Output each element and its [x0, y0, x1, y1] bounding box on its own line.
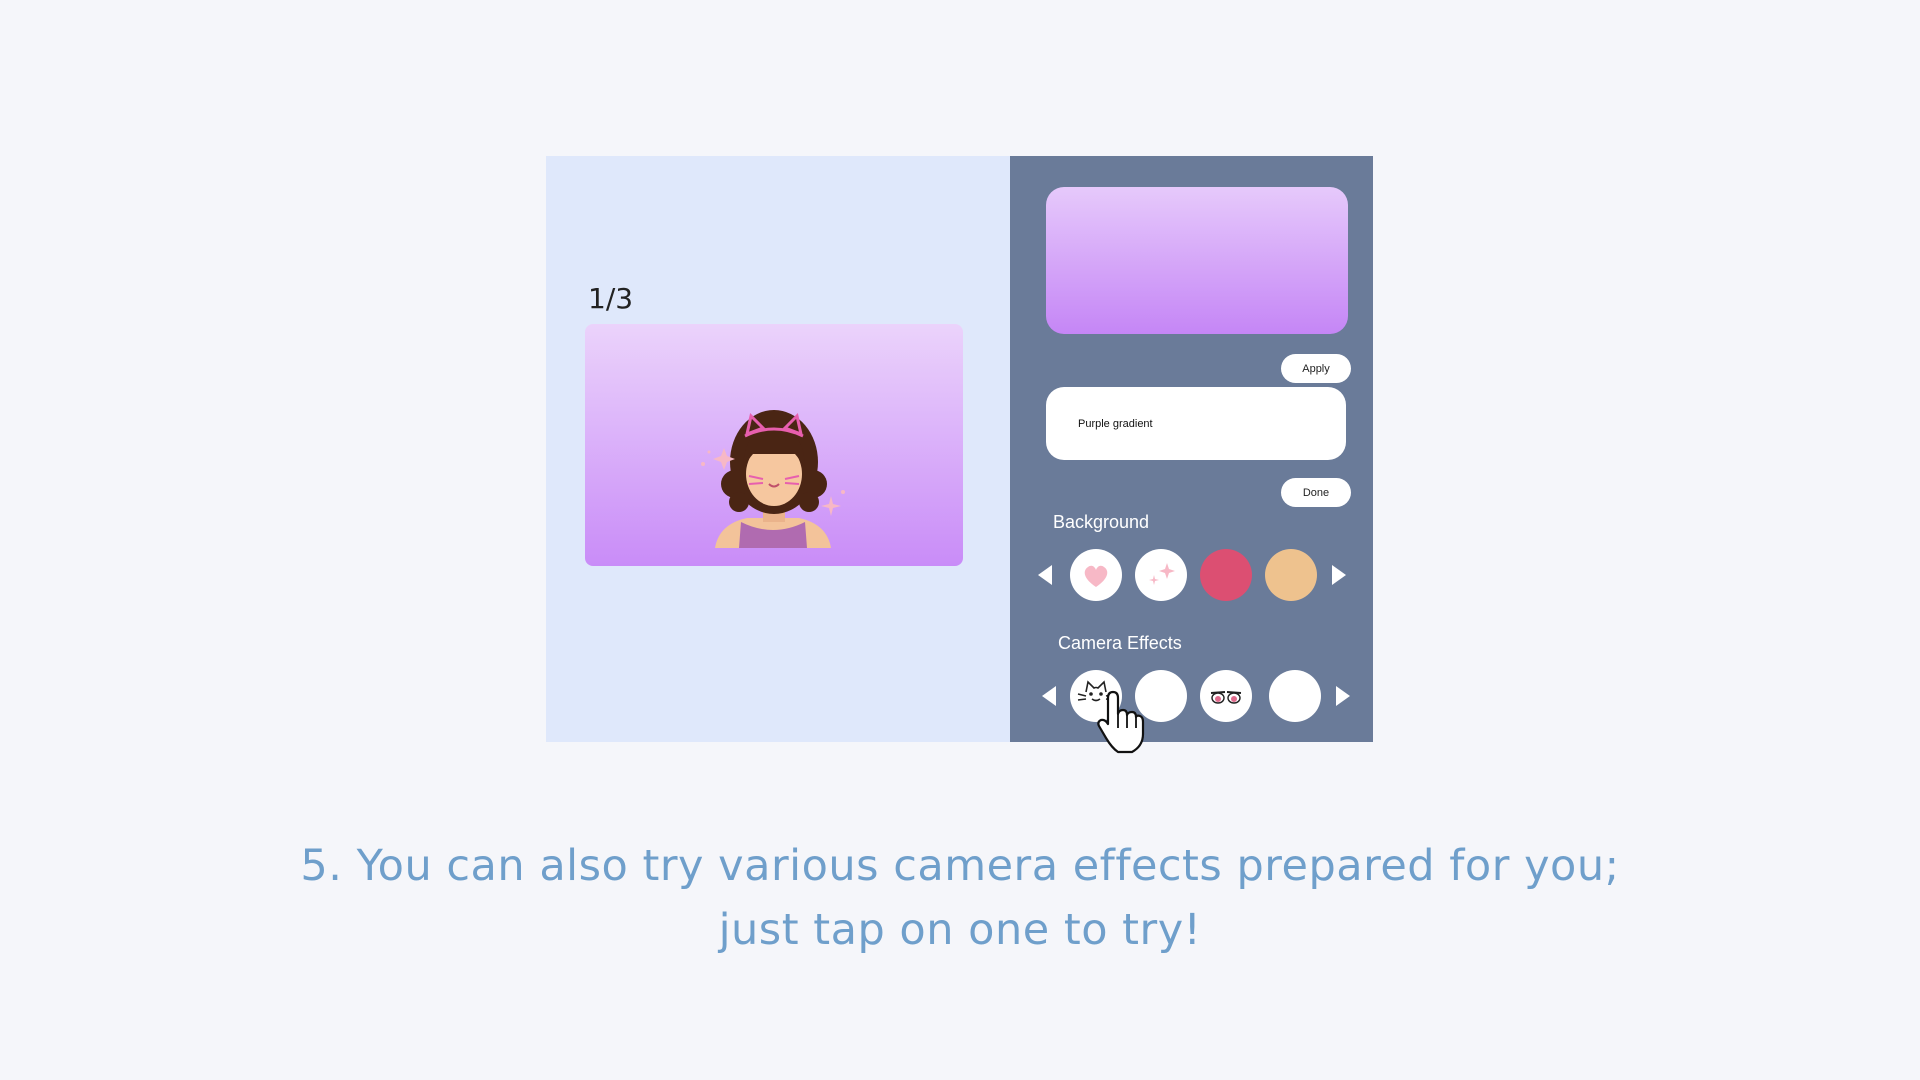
camera-preview: [585, 324, 963, 566]
effect-option-sparkle-eyes[interactable]: [1200, 670, 1252, 722]
sparkles-icon: [1149, 563, 1175, 585]
next-arrow-icon[interactable]: [1336, 686, 1350, 706]
background-options-row: [1010, 546, 1373, 606]
background-option-pink[interactable]: [1200, 549, 1252, 601]
apply-button[interactable]: Apply: [1281, 354, 1351, 383]
next-arrow-icon[interactable]: [1332, 565, 1346, 585]
done-button[interactable]: Done: [1281, 478, 1351, 507]
sparkle-eyes-icon: [1210, 691, 1242, 704]
page-counter: 1/3: [588, 282, 634, 315]
camera-effects-label: Camera Effects: [1058, 633, 1182, 653]
prev-arrow-icon[interactable]: [1038, 565, 1052, 585]
caption-line-1: 5. You can also try various camera effec…: [300, 841, 1620, 891]
effect-option-blank[interactable]: [1269, 670, 1321, 722]
app-mockup: 1/3 Apply Purple gradient Done Backgroun…: [546, 156, 1373, 742]
heart-icon: [1084, 565, 1108, 587]
caption-line-2: just tap on one to try!: [718, 905, 1202, 955]
background-option-sparkles[interactable]: [1135, 549, 1187, 601]
avatar-illustration: [701, 410, 845, 548]
background-option-peach[interactable]: [1265, 549, 1317, 601]
background-option-heart[interactable]: [1070, 549, 1122, 601]
background-label: Background: [1053, 512, 1150, 532]
prev-arrow-icon[interactable]: [1042, 686, 1056, 706]
background-swatch-preview: [1046, 187, 1348, 334]
hand-pointer-icon: [1097, 690, 1145, 754]
camera-effects-row: [1010, 667, 1373, 727]
settings-panel: Apply Purple gradient Done Background Ca…: [1010, 156, 1373, 742]
background-name-input[interactable]: Purple gradient: [1046, 387, 1346, 460]
preview-pane: 1/3: [546, 156, 1010, 742]
